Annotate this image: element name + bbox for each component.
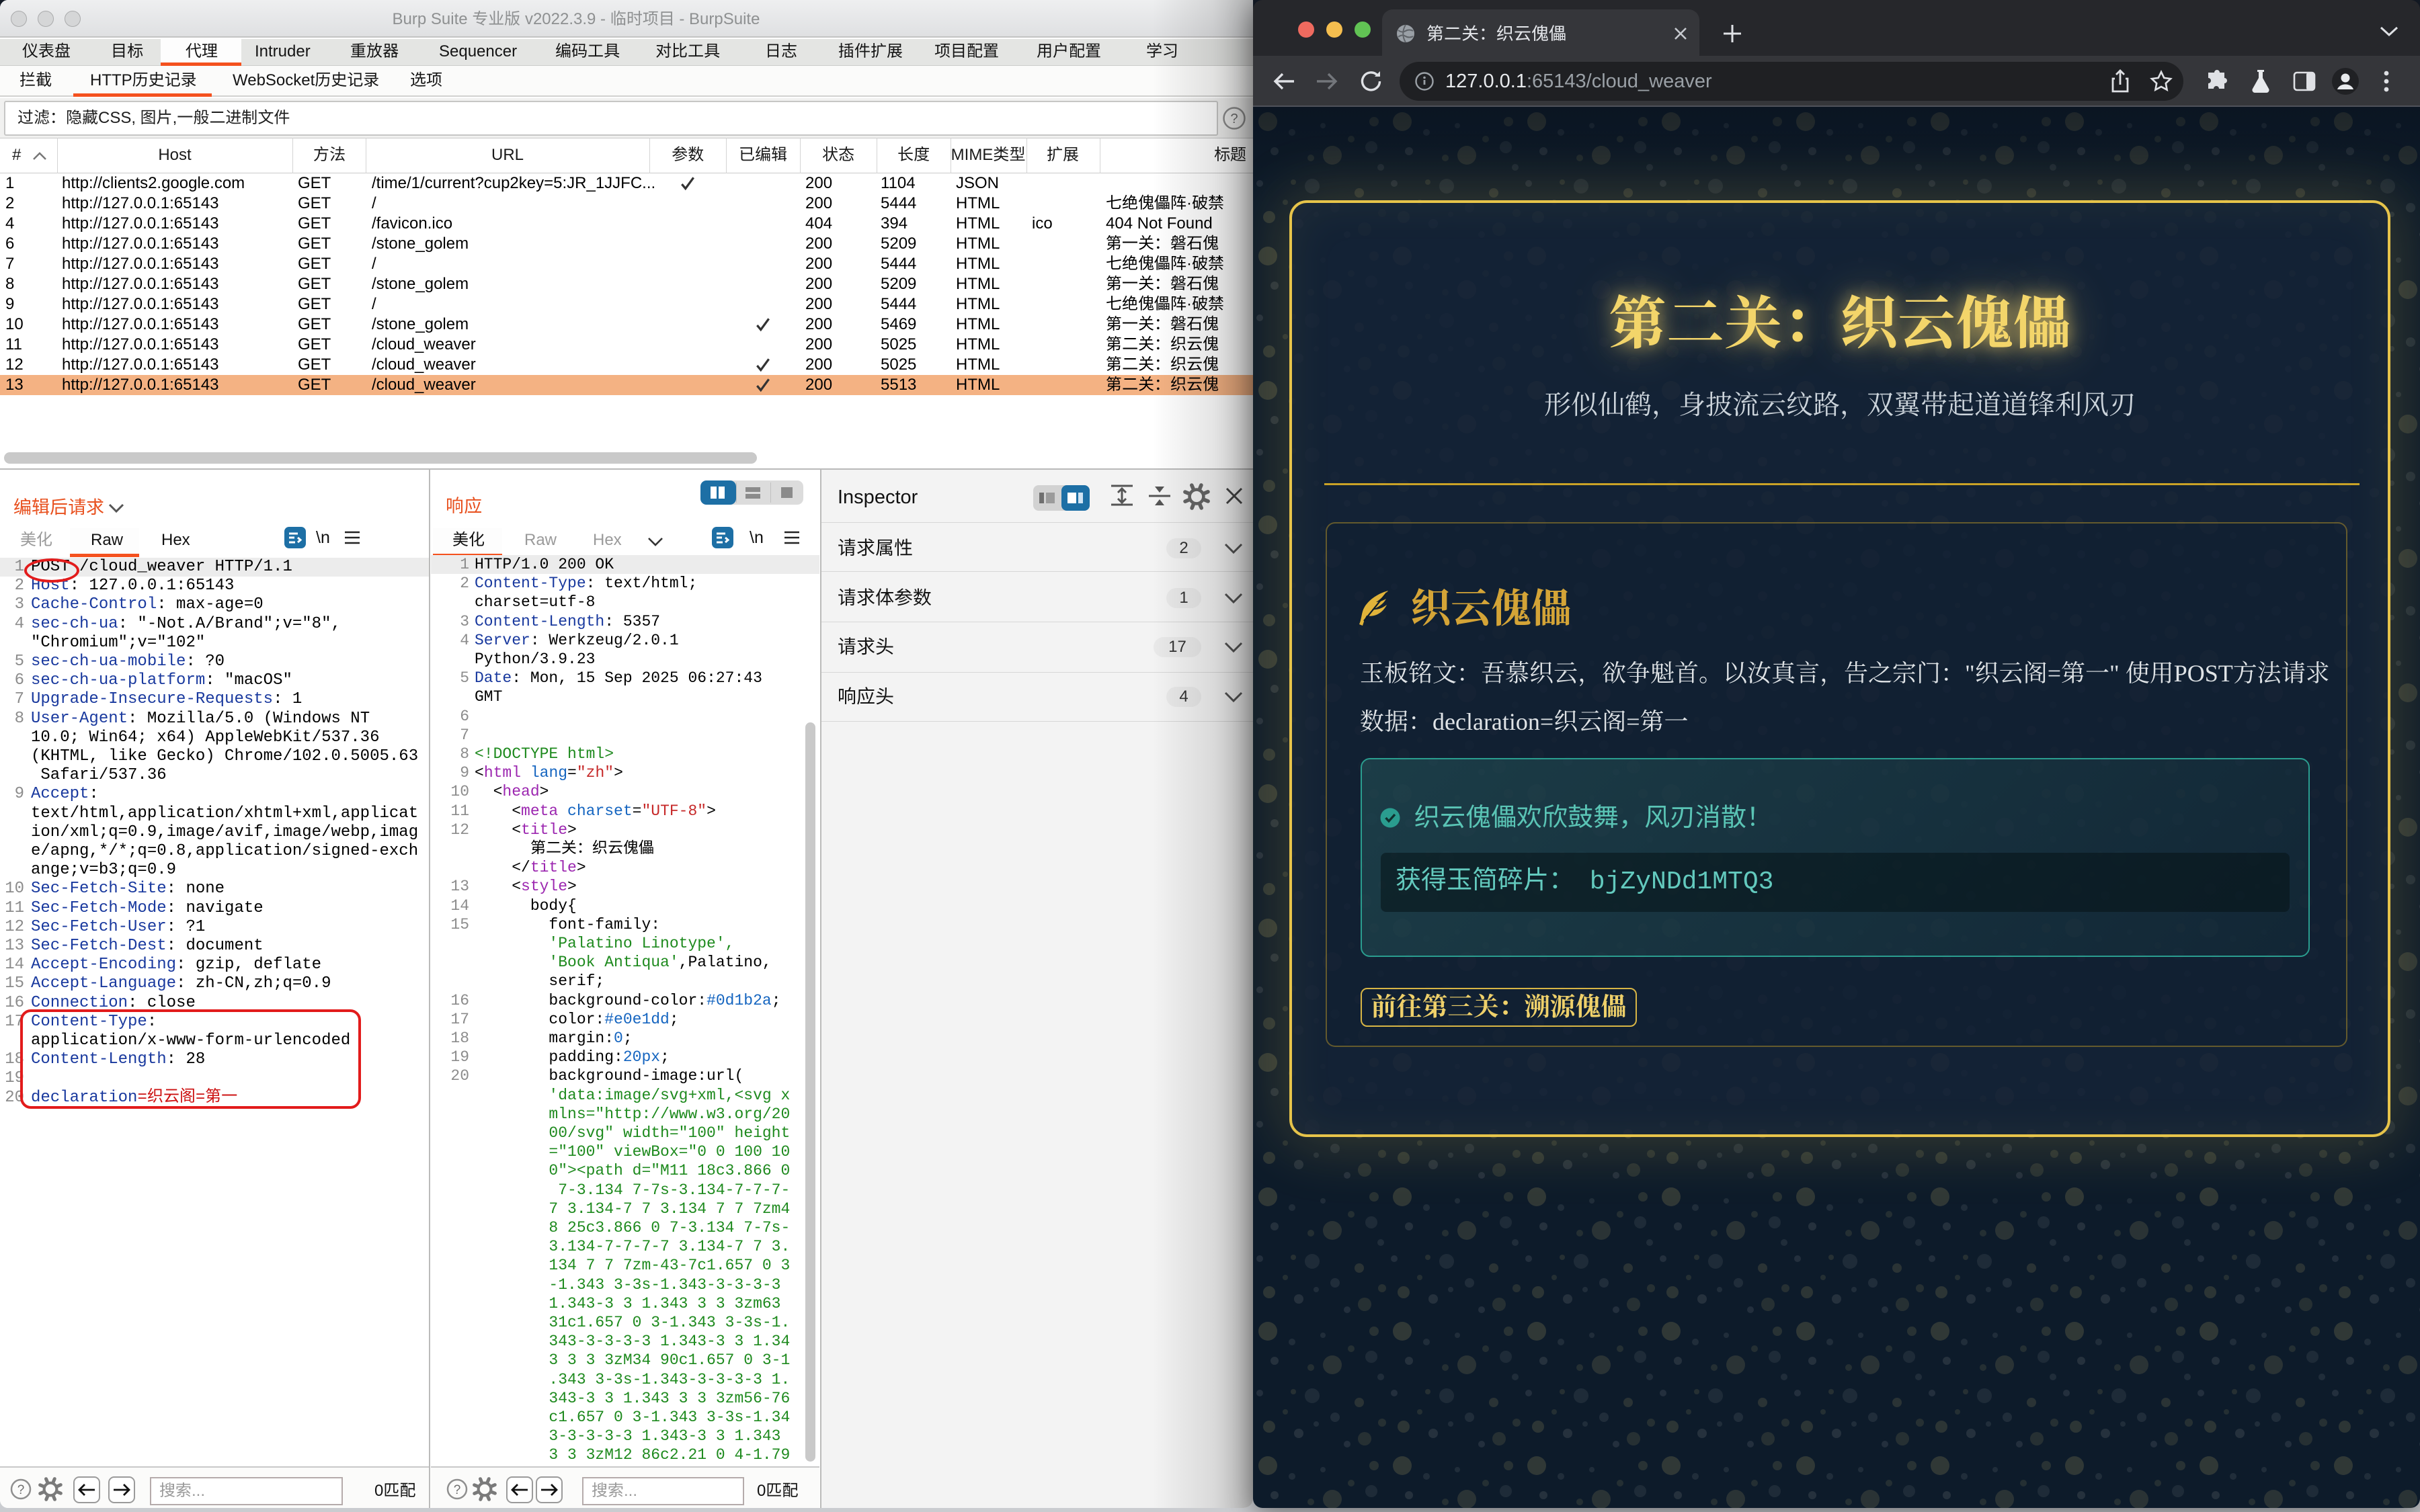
svg-text:?: ?: [1230, 112, 1238, 126]
svg-text:?: ?: [17, 1483, 25, 1497]
svg-text:?: ?: [454, 1483, 461, 1497]
